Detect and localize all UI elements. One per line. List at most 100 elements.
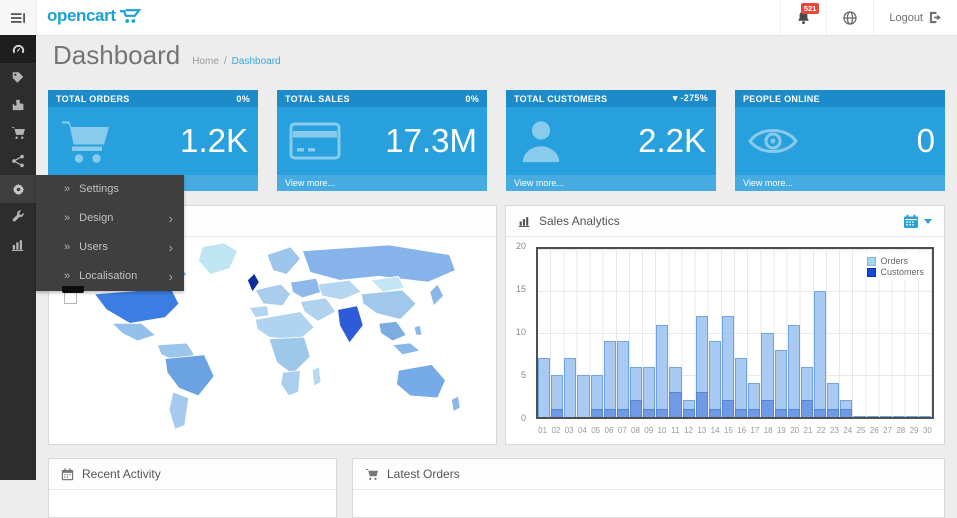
latest-orders-header: Latest Orders bbox=[353, 459, 944, 490]
x-axis-label: 29 bbox=[907, 426, 920, 438]
storefront-button[interactable] bbox=[826, 0, 873, 35]
cart-icon bbox=[60, 117, 112, 165]
x-axis-label: 17 bbox=[748, 426, 761, 438]
breadcrumb-current[interactable]: Dashboard bbox=[232, 56, 281, 67]
bar-chart-icon bbox=[518, 215, 531, 228]
customers-bar bbox=[748, 409, 760, 417]
tile-value: 17.3M bbox=[385, 107, 477, 175]
breadcrumb-home[interactable]: Home bbox=[192, 56, 219, 67]
sidebar-item-system[interactable] bbox=[0, 175, 36, 203]
sidebar-item-dashboard[interactable] bbox=[0, 35, 36, 63]
x-axis-label: 23 bbox=[828, 426, 841, 438]
legend-swatch bbox=[867, 268, 876, 277]
logo-cart-icon bbox=[119, 8, 141, 24]
customers-bar bbox=[643, 409, 655, 417]
customers-bar bbox=[656, 409, 668, 417]
sidebar-item-sales[interactable] bbox=[0, 119, 36, 147]
legend-item: Orders bbox=[867, 256, 924, 266]
menu-item-localisation[interactable]: »Localisation › bbox=[36, 262, 184, 291]
double-arrow-icon: » bbox=[64, 183, 70, 195]
sidebar-item-marketing[interactable] bbox=[0, 147, 36, 175]
panel-title: Recent Activity bbox=[82, 467, 161, 481]
logout-button[interactable]: Logout bbox=[873, 0, 957, 35]
sidebar bbox=[0, 35, 36, 480]
cart-icon bbox=[365, 468, 379, 481]
customers-bar bbox=[709, 409, 721, 417]
logout-label: Logout bbox=[889, 12, 923, 24]
tile-delta: 0% bbox=[465, 94, 479, 104]
tile-title: TOTAL SALES bbox=[285, 94, 350, 104]
menu-item-settings[interactable]: »Settings bbox=[36, 175, 184, 204]
x-axis-label: 11 bbox=[669, 426, 682, 438]
y-axis-label: 0 bbox=[521, 413, 526, 423]
tile-people-online: PEOPLE ONLINE 0 View more... bbox=[735, 90, 945, 191]
sidebar-item-extensions[interactable] bbox=[0, 91, 36, 119]
bar-slot bbox=[643, 249, 656, 417]
logo[interactable]: opencart bbox=[47, 6, 141, 26]
view-more-link[interactable]: View more... bbox=[506, 175, 716, 191]
x-axis-label: 28 bbox=[894, 426, 907, 438]
bar-slot bbox=[683, 249, 696, 417]
breadcrumb: Home / Dashboard bbox=[192, 56, 280, 67]
customers-bar bbox=[551, 409, 563, 417]
x-axis-label: 25 bbox=[854, 426, 867, 438]
x-axis-label: 02 bbox=[549, 426, 562, 438]
wrench-icon bbox=[11, 210, 25, 224]
tile-title: TOTAL CUSTOMERS bbox=[514, 94, 607, 104]
sidebar-item-catalog[interactable] bbox=[0, 63, 36, 91]
page-title: Dashboard bbox=[53, 40, 180, 71]
view-more-link[interactable]: View more... bbox=[277, 175, 487, 191]
caret-down-icon bbox=[924, 219, 932, 224]
legend-item: Customers bbox=[867, 267, 924, 277]
tile-title: TOTAL ORDERS bbox=[56, 94, 130, 104]
customers-bar bbox=[814, 409, 826, 417]
notifications-button[interactable]: 521 bbox=[780, 0, 826, 35]
menu-item-design[interactable]: »Design › bbox=[36, 204, 184, 233]
recent-activity-header: Recent Activity bbox=[49, 459, 336, 490]
customers-bar bbox=[604, 409, 616, 417]
chart-legend: OrdersCustomers bbox=[863, 253, 928, 280]
bar-slot bbox=[840, 249, 853, 417]
latest-orders-panel: Latest Orders bbox=[352, 458, 945, 518]
y-axis: 05101520 bbox=[506, 247, 532, 419]
x-axis-label: 27 bbox=[881, 426, 894, 438]
bar-slot bbox=[748, 249, 761, 417]
page-head: Dashboard Home / Dashboard bbox=[53, 40, 281, 71]
sidebar-item-tools[interactable] bbox=[0, 203, 36, 231]
globe-icon bbox=[842, 10, 858, 26]
orders-bar bbox=[564, 358, 576, 417]
bar-slot bbox=[709, 249, 722, 417]
x-axis-label: 14 bbox=[708, 426, 721, 438]
customers-bar bbox=[775, 409, 787, 417]
menu-item-users[interactable]: »Users › bbox=[36, 233, 184, 262]
y-axis-label: 5 bbox=[521, 370, 526, 380]
submenu-artifact bbox=[62, 286, 84, 293]
sales-analytics-panel: Sales Analytics 05101520 010203040506070… bbox=[505, 205, 945, 445]
menu-toggle-button[interactable] bbox=[0, 0, 37, 35]
customers-bar bbox=[591, 409, 603, 417]
y-axis-label: 15 bbox=[516, 284, 526, 294]
bar-slot bbox=[814, 249, 827, 417]
bar-slot bbox=[722, 249, 735, 417]
bar-slot bbox=[827, 249, 840, 417]
orders-bar bbox=[867, 416, 879, 417]
view-more-link[interactable]: View more... bbox=[735, 175, 945, 191]
x-axis-label: 18 bbox=[762, 426, 775, 438]
bar-slot bbox=[669, 249, 682, 417]
sidebar-item-reports[interactable] bbox=[0, 231, 36, 259]
bar-slot bbox=[630, 249, 643, 417]
gear-icon bbox=[11, 182, 26, 197]
legend-swatch bbox=[867, 257, 876, 266]
sales-analytics-chart: 05101520 0102030405060708091011121314151… bbox=[506, 237, 944, 445]
x-axis-label: 16 bbox=[735, 426, 748, 438]
x-axis-label: 15 bbox=[722, 426, 735, 438]
orders-bar bbox=[880, 416, 892, 417]
chevron-right-icon: › bbox=[169, 204, 173, 233]
logo-text: opencart bbox=[47, 6, 116, 26]
credit-card-icon bbox=[289, 121, 341, 161]
person-icon bbox=[518, 117, 564, 165]
share-icon bbox=[11, 154, 25, 168]
date-range-button[interactable] bbox=[903, 214, 932, 229]
bar-slot bbox=[551, 249, 564, 417]
tile-delta: 0% bbox=[236, 94, 250, 104]
